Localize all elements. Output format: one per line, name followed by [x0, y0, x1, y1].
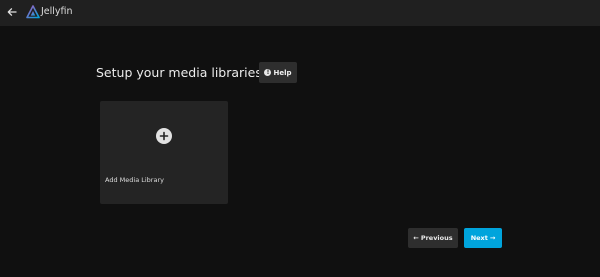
- previous-button[interactable]: ← Previous: [408, 228, 458, 248]
- arrow-left-icon: [7, 8, 17, 16]
- help-button-label: Help: [273, 68, 292, 77]
- page-title: Setup your media libraries: [96, 65, 262, 80]
- back-button[interactable]: [5, 5, 19, 19]
- arrow-right-icon: →: [489, 234, 496, 242]
- next-button-label: Next: [470, 234, 488, 242]
- header-bar: Jellyfin: [0, 0, 600, 26]
- jellyfin-logo-icon: [26, 5, 40, 19]
- app-title: Jellyfin: [41, 6, 73, 17]
- arrow-left-icon: ←: [413, 234, 419, 242]
- add-media-library-card[interactable]: Add Media Library: [100, 101, 228, 204]
- plus-glyph: [159, 131, 169, 141]
- info-icon: !: [264, 69, 272, 76]
- plus-icon: [156, 128, 172, 144]
- previous-button-label: Previous: [420, 234, 453, 242]
- help-button[interactable]: ! Help: [259, 62, 297, 83]
- next-button[interactable]: Next →: [464, 228, 502, 248]
- add-media-library-label: Add Media Library: [105, 176, 164, 184]
